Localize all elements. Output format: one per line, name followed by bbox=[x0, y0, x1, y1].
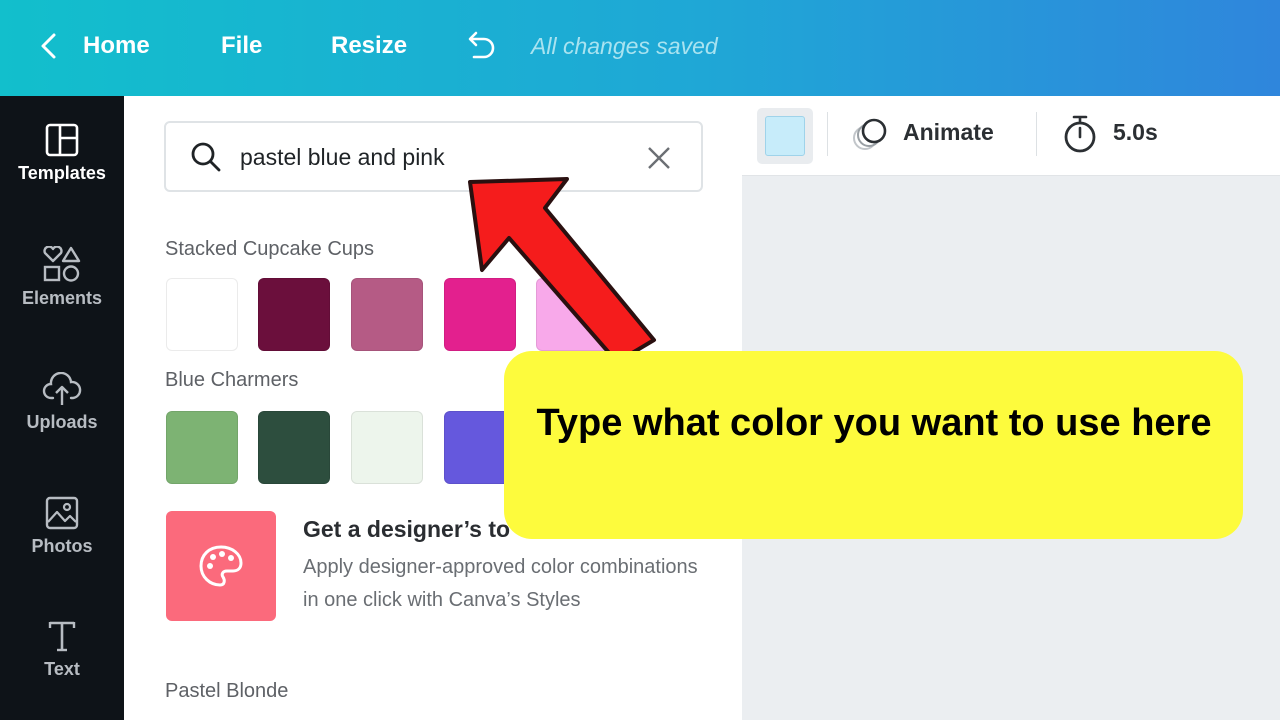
rail-item-photos[interactable]: Photos bbox=[0, 496, 124, 557]
color-swatch[interactable] bbox=[444, 278, 516, 351]
styles-tip-tile[interactable] bbox=[166, 511, 276, 621]
rail-label: Uploads bbox=[26, 412, 98, 432]
elements-icon bbox=[43, 246, 81, 282]
selected-color-swatch bbox=[765, 116, 805, 156]
rail-item-uploads[interactable]: Uploads bbox=[0, 372, 124, 433]
undo-icon[interactable] bbox=[462, 30, 498, 62]
uploads-icon bbox=[42, 372, 82, 405]
color-swatch[interactable] bbox=[258, 411, 330, 484]
palette-icon bbox=[199, 545, 243, 587]
animate-icon[interactable] bbox=[850, 116, 890, 154]
color-swatch[interactable] bbox=[258, 278, 330, 351]
callout-box: Type what color you want to use here bbox=[504, 351, 1243, 539]
search-icon bbox=[191, 142, 221, 172]
rail-label: Text bbox=[44, 659, 80, 679]
templates-icon bbox=[45, 123, 79, 157]
color-swatch[interactable] bbox=[166, 411, 238, 484]
top-bar: Home File Resize All changes saved bbox=[0, 0, 1280, 96]
palette-title: Stacked Cupcake Cups bbox=[165, 238, 375, 260]
callout-text: Type what color you want to use here bbox=[536, 402, 1212, 444]
save-status: All changes saved bbox=[531, 33, 718, 59]
timer-icon[interactable] bbox=[1062, 114, 1098, 154]
divider bbox=[1036, 112, 1037, 156]
background-color-button[interactable] bbox=[757, 108, 813, 164]
animate-button[interactable]: Animate bbox=[903, 119, 994, 146]
rail-label: Templates bbox=[18, 163, 106, 183]
tip-body: Apply designer-approved color combinatio… bbox=[303, 556, 698, 611]
color-swatch[interactable] bbox=[351, 411, 423, 484]
home-button[interactable]: Home bbox=[83, 30, 150, 62]
color-swatch[interactable] bbox=[536, 278, 608, 351]
palette-title: Pastel Blonde bbox=[165, 680, 289, 702]
divider bbox=[827, 112, 828, 156]
chevron-left-icon[interactable] bbox=[38, 32, 60, 60]
rail-label: Elements bbox=[21, 288, 103, 308]
search-box[interactable] bbox=[164, 121, 703, 192]
rail-item-elements[interactable]: Elements bbox=[0, 246, 124, 309]
duration-button[interactable]: 5.0s bbox=[1113, 119, 1158, 146]
search-input[interactable] bbox=[240, 139, 630, 175]
resize-button[interactable]: Resize bbox=[331, 30, 407, 62]
tip-title: Get a designer’s to bbox=[303, 516, 511, 542]
rail-item-text[interactable]: Text bbox=[0, 619, 124, 680]
text-icon bbox=[48, 621, 76, 652]
side-rail: Templates Elements Uploads Photos Text bbox=[0, 96, 124, 720]
editor-toolbar: Animate 5.0s bbox=[742, 96, 1280, 176]
close-icon[interactable] bbox=[646, 145, 672, 171]
file-menu[interactable]: File bbox=[221, 30, 262, 62]
palette-title: Blue Charmers bbox=[165, 369, 299, 391]
color-swatch[interactable] bbox=[166, 278, 238, 351]
color-swatch[interactable] bbox=[351, 278, 423, 351]
rail-label: Photos bbox=[31, 536, 93, 556]
photos-icon bbox=[45, 496, 79, 530]
rail-item-templates[interactable]: Templates bbox=[0, 123, 124, 184]
